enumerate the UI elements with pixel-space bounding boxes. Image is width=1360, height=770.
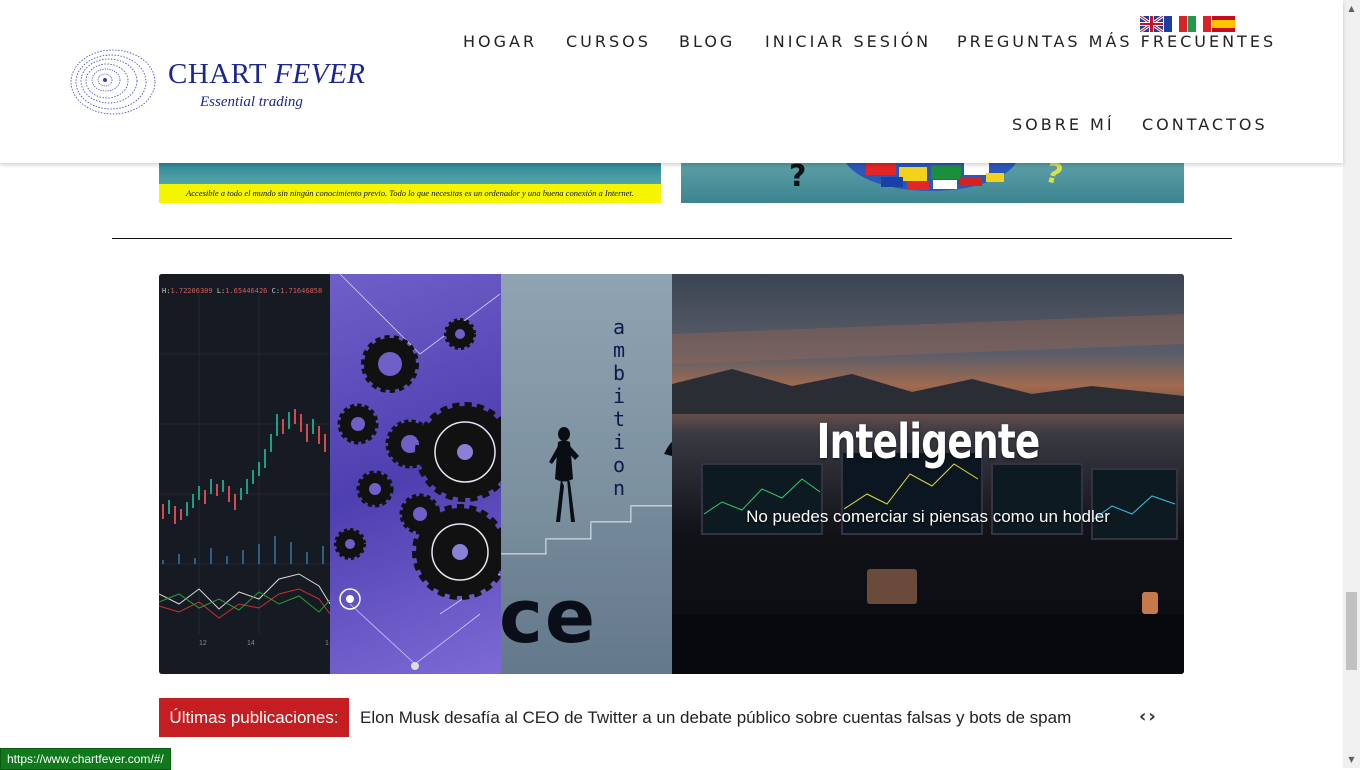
hero-slider[interactable]: H:1.72206309 L:1.65446426 C:1.71646858 1… xyxy=(159,274,1184,674)
ticker-headline-link[interactable]: Elon Musk desafía al CEO de Twitter a un… xyxy=(360,698,1071,737)
nav-item-hogar[interactable]: HOGAR xyxy=(463,32,537,51)
course-banner-right[interactable]: ? ? xyxy=(681,163,1184,203)
chevron-left-icon[interactable]: ‹ xyxy=(1139,707,1146,727)
ticker-label: Últimas publicaciones: xyxy=(159,698,349,737)
page-scrollbar[interactable]: ▲ ▼ xyxy=(1343,0,1360,768)
question-mark-left: ? xyxy=(789,163,807,194)
section-divider xyxy=(112,238,1232,239)
logo-subtitle: Essential trading xyxy=(200,94,303,110)
spiral-logo-icon xyxy=(70,49,156,115)
site-logo[interactable]: CHART FEVER Essential trading xyxy=(70,48,365,118)
ticker-controls: ‹ › xyxy=(1139,707,1156,727)
scroll-down-icon[interactable]: ▼ xyxy=(1343,751,1360,768)
scroll-thumb[interactable] xyxy=(1346,592,1357,670)
language-switcher xyxy=(1140,16,1235,32)
nav-item-blog[interactable]: BLOG xyxy=(679,32,735,51)
slider-panel-ambition[interactable]: ambition ce xyxy=(501,274,672,674)
slider-panel-gears[interactable] xyxy=(330,274,501,674)
nav-item-cursos[interactable]: CURSOS xyxy=(566,32,651,51)
slider-panel-chart[interactable]: H:1.72206309 L:1.65446426 C:1.71646858 1… xyxy=(159,274,330,674)
course-banner-left[interactable]: Accesible a todo el mundo sin ningún con… xyxy=(159,163,661,203)
slider-panel-main[interactable]: Inteligente No puedes comerciar si piens… xyxy=(672,274,1184,674)
nav-item-faq[interactable]: PREGUNTAS MÁS FRECUENTES xyxy=(957,32,1276,51)
trading-desk-icon xyxy=(672,314,1184,674)
candlestick-chart-icon xyxy=(159,294,330,634)
axis-label: 1 xyxy=(325,640,329,647)
nav-item-contacts[interactable]: CONTACTOS xyxy=(1142,115,1268,134)
spanish-flag-icon[interactable] xyxy=(1212,16,1235,32)
nav-item-about[interactable]: SOBRE MÍ xyxy=(1012,115,1115,134)
banner-caption: Accesible a todo el mundo sin ningún con… xyxy=(159,184,661,203)
gears-icon xyxy=(334,274,501,670)
site-header: CHART FEVER Essential trading HOGAR CURS… xyxy=(0,0,1343,163)
nav-item-login[interactable]: INICIAR SESIÓN xyxy=(765,32,931,51)
logo-title: CHART FEVER xyxy=(168,58,366,90)
english-flag-icon[interactable] xyxy=(1140,16,1163,32)
slide-subtitle: No puedes comerciar si piensas como un h… xyxy=(746,507,1110,526)
globe-flags-icon xyxy=(846,163,1016,191)
slide-title: Inteligente xyxy=(816,414,1040,470)
italian-flag-icon[interactable] xyxy=(1188,16,1211,32)
french-flag-icon[interactable] xyxy=(1164,16,1187,32)
slider-big-text: ce xyxy=(501,574,598,660)
chevron-right-icon[interactable]: › xyxy=(1148,707,1155,727)
scroll-up-icon[interactable]: ▲ xyxy=(1343,0,1360,17)
status-url-bar: https://www.chartfever.com/#/ xyxy=(0,748,171,770)
axis-label: 14 xyxy=(247,640,255,647)
axis-label: 12 xyxy=(199,640,207,647)
ambition-word: ambition xyxy=(612,315,626,500)
